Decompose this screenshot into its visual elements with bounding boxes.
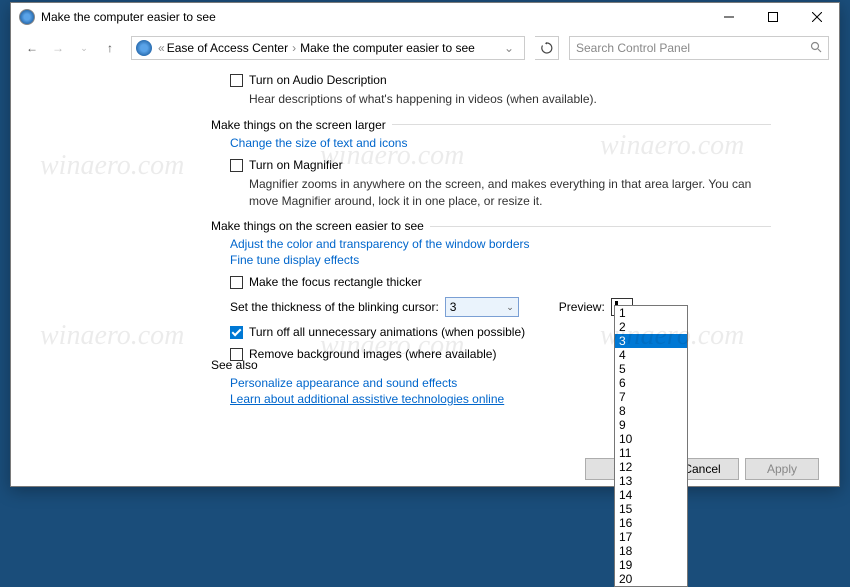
cursor-thickness-combo[interactable]: 3 ⌄ [445,297,519,317]
dropdown-option[interactable]: 15 [615,502,687,516]
dropdown-option[interactable]: 4 [615,348,687,362]
dropdown-option[interactable]: 1 [615,306,687,320]
dropdown-option[interactable]: 8 [615,404,687,418]
chevron-down-icon[interactable]: ⌄ [498,41,520,55]
breadcrumb-item[interactable]: Make the computer easier to see [300,41,475,55]
recent-chevron-icon[interactable]: ⌄ [73,37,95,59]
magnifier-desc: Magnifier zooms in anywhere on the scree… [249,176,769,210]
search-icon [810,41,822,56]
chevron-down-icon: ⌄ [506,302,514,313]
link-assistive-tech[interactable]: Learn about additional assistive technol… [230,392,504,406]
search-input[interactable]: Search Control Panel [569,36,829,60]
dropdown-option[interactable]: 18 [615,544,687,558]
refresh-button[interactable] [535,36,559,60]
dropdown-option[interactable]: 12 [615,460,687,474]
audio-desc-text: Hear descriptions of what's happening in… [249,91,771,108]
checkbox-audio-description[interactable] [230,74,243,87]
section-easier-title: Make things on the screen easier to see [211,219,771,233]
breadcrumb[interactable]: « Ease of Access Center › Make the compu… [131,36,525,60]
nav-row: ← → ⌄ ↑ « Ease of Access Center › Make t… [11,31,839,65]
section-larger-title: Make things on the screen larger [211,118,771,132]
up-button[interactable]: ↑ [99,37,121,59]
cursor-thickness-dropdown[interactable]: 1234567891011121314151617181920 [614,305,688,587]
checkbox-turn-off-animations[interactable] [230,326,243,339]
window-title: Make the computer easier to see [41,10,216,24]
dropdown-option[interactable]: 3 [615,334,687,348]
dropdown-option[interactable]: 14 [615,488,687,502]
link-change-size[interactable]: Change the size of text and icons [230,136,771,150]
breadcrumb-item[interactable]: Ease of Access Center [167,41,288,55]
dropdown-option[interactable]: 6 [615,376,687,390]
dropdown-option[interactable]: 16 [615,516,687,530]
link-adjust-color[interactable]: Adjust the color and transparency of the… [230,237,771,251]
checkbox-label: Make the focus rectangle thicker [249,275,422,289]
forward-button[interactable]: → [47,37,69,59]
maximize-button[interactable] [751,3,795,31]
dropdown-option[interactable]: 20 [615,572,687,586]
checkbox-magnifier[interactable] [230,159,243,172]
preview-label: Preview: [559,300,605,314]
checkbox-label: Turn on Audio Description [249,73,387,87]
dropdown-option[interactable]: 5 [615,362,687,376]
link-fine-tune[interactable]: Fine tune display effects [230,253,771,267]
app-icon [19,9,35,25]
dropdown-option[interactable]: 13 [615,474,687,488]
titlebar: Make the computer easier to see [11,3,839,31]
apply-button[interactable]: Apply [745,458,819,480]
minimize-button[interactable] [707,3,751,31]
see-also-title: See also [211,358,504,372]
checkbox-label: Turn off all unnecessary animations (whe… [249,325,525,339]
breadcrumb-icon [136,40,152,56]
close-button[interactable] [795,3,839,31]
link-personalize[interactable]: Personalize appearance and sound effects [230,376,504,390]
checkbox-focus-rect[interactable] [230,276,243,289]
dropdown-option[interactable]: 19 [615,558,687,572]
dropdown-option[interactable]: 7 [615,390,687,404]
dropdown-option[interactable]: 17 [615,530,687,544]
dropdown-option[interactable]: 11 [615,446,687,460]
back-button[interactable]: ← [21,37,43,59]
content-area: Turn on Audio Description Hear descripti… [11,65,839,450]
dropdown-option[interactable]: 10 [615,432,687,446]
dropdown-option[interactable]: 2 [615,320,687,334]
cursor-thickness-label: Set the thickness of the blinking cursor… [230,300,439,314]
window: Make the computer easier to see ← → ⌄ ↑ … [10,2,840,487]
dropdown-option[interactable]: 9 [615,418,687,432]
checkbox-label: Turn on Magnifier [249,158,343,172]
